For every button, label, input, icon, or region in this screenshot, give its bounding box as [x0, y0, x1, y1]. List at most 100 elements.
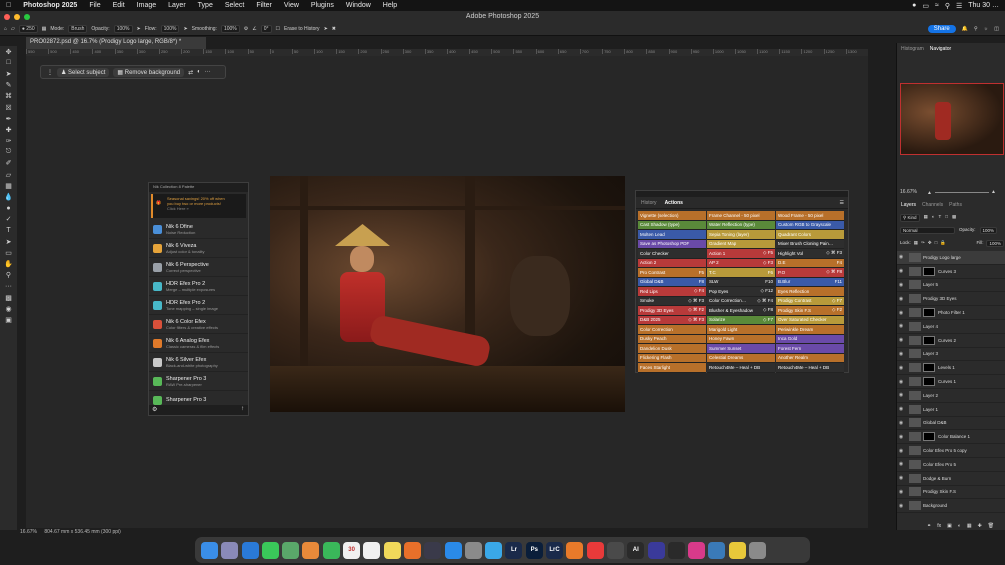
- menu-plugins[interactable]: Plugins: [305, 2, 340, 9]
- brush-tool-icon[interactable]: ✑: [3, 136, 15, 147]
- action-button[interactable]: Sepia Toning (layer): [707, 230, 775, 240]
- messages-dock-icon[interactable]: [261, 541, 279, 559]
- action-button[interactable]: Dusky Peach: [638, 334, 706, 344]
- layer-mask-thumbnail[interactable]: [923, 363, 935, 373]
- symmetry-icon[interactable]: ✖: [332, 26, 336, 32]
- action-button[interactable]: Molten Lead: [638, 230, 706, 240]
- action-button[interactable]: Smoke ◇ ⌘ F3: [638, 296, 706, 306]
- discover-icon[interactable]: ☼: [984, 26, 989, 32]
- action-button[interactable]: Mixer Brush Cloning Pain…: [776, 239, 844, 249]
- lock-paint-icon[interactable]: ✑: [921, 240, 925, 247]
- action-button[interactable]: Water Reflection (type): [707, 220, 775, 230]
- notes-dock-icon[interactable]: [383, 541, 401, 559]
- share-button[interactable]: Share: [927, 24, 956, 33]
- layer-row[interactable]: ◉ Prodigy Logo large: [897, 251, 1005, 265]
- add-mask-icon[interactable]: ▣: [947, 523, 952, 529]
- action-button[interactable]: D&B 2025 ◇ ⌘ F3: [638, 315, 706, 325]
- action-button[interactable]: Global D&B F8: [638, 277, 706, 287]
- remove-background-button[interactable]: ▦ Remove background: [113, 67, 185, 77]
- type-tool-icon[interactable]: T: [3, 225, 15, 236]
- more-tools-icon[interactable]: ···: [3, 281, 15, 292]
- visibility-eye-icon[interactable]: ◉: [897, 406, 905, 412]
- action-button[interactable]: Wood Frame - 50 pixel: [776, 211, 844, 221]
- visibility-eye-icon[interactable]: ◉: [897, 420, 905, 426]
- search-icon[interactable]: ⚲: [974, 26, 978, 32]
- menu-image[interactable]: Image: [131, 2, 162, 9]
- layer-mask-thumbnail[interactable]: [923, 377, 935, 387]
- instagram-dock-icon[interactable]: [688, 541, 706, 559]
- layer-mask-thumbnail[interactable]: [923, 308, 935, 318]
- history-brush-tool-icon[interactable]: ✐: [3, 158, 15, 169]
- action-button[interactable]: Save as Photoshop PDF: [638, 239, 706, 249]
- lock-pixels-icon[interactable]: ▦: [914, 240, 918, 247]
- action-button[interactable]: Highlight Vol ◇ ⌘ F3: [776, 249, 844, 259]
- action-button[interactable]: Retouch4Me – Heal + DB: [776, 363, 844, 373]
- photos-dock-icon[interactable]: [302, 541, 320, 559]
- reminders-dock-icon[interactable]: [363, 541, 381, 559]
- layer-row[interactable]: ◉ Curves 3: [897, 265, 1005, 279]
- appstore-dock-icon[interactable]: [444, 541, 462, 559]
- navigator-zoom-value[interactable]: 16.67%: [900, 189, 917, 195]
- opacity-field[interactable]: 100%: [113, 24, 133, 33]
- notifications-icon[interactable]: 🔔: [962, 26, 968, 32]
- pen-tool-icon[interactable]: ✓: [3, 214, 15, 225]
- filter-shape-icon[interactable]: □: [945, 214, 948, 222]
- visibility-eye-icon[interactable]: ◉: [897, 379, 905, 385]
- menu-window[interactable]: Window: [340, 2, 377, 9]
- action-button[interactable]: Pro Contrast F5: [638, 268, 706, 278]
- action-button[interactable]: Red Lips ◇ F4: [638, 287, 706, 297]
- visibility-eye-icon[interactable]: ◉: [897, 461, 905, 467]
- layer-row[interactable]: ◉ Global D&B: [897, 417, 1005, 431]
- nik-plugin-item[interactable]: Sharpener Pro 3 RAW Pre-sharpener: [149, 372, 248, 391]
- delete-layer-icon[interactable]: 🗑: [988, 523, 994, 529]
- zoom-slider[interactable]: [935, 192, 989, 193]
- layer-row[interactable]: ◉ Prodigy Skin F.S: [897, 486, 1005, 500]
- zoom-out-icon[interactable]: ▲: [927, 190, 932, 196]
- eraser-tool-icon[interactable]: ▱: [11, 26, 15, 32]
- link-icon[interactable]: ⚭: [927, 523, 931, 529]
- browser-dock-icon[interactable]: [708, 541, 726, 559]
- flow-field[interactable]: 100%: [160, 24, 180, 33]
- gpu-dock-icon[interactable]: [606, 541, 624, 559]
- tab-channels[interactable]: Channels: [922, 202, 943, 208]
- action-button[interactable]: Inca Gold: [776, 334, 844, 344]
- nik-dock-icon[interactable]: [566, 541, 584, 559]
- visibility-eye-icon[interactable]: ◉: [897, 503, 905, 509]
- dodge-tool-icon[interactable]: ●: [3, 203, 15, 214]
- action-button[interactable]: Summer Sunset: [707, 344, 775, 354]
- navigator-thumbnail[interactable]: [900, 83, 1004, 155]
- ai-dock-icon[interactable]: AI: [627, 541, 645, 559]
- panel-menu-icon[interactable]: ☰: [840, 200, 848, 206]
- clock[interactable]: Thu 30 …: [968, 2, 999, 9]
- action-button[interactable]: Quadrant Colors: [776, 230, 844, 240]
- nik-plugin-item[interactable]: Nik 6 Color Efex Color filters & creative…: [149, 315, 248, 334]
- layer-row[interactable]: ◉ Layer 2: [897, 389, 1005, 403]
- visibility-eye-icon[interactable]: ◉: [897, 448, 905, 454]
- finder-dock-icon[interactable]: [201, 541, 218, 559]
- healing-brush-tool-icon[interactable]: ✚: [3, 124, 15, 135]
- action-button[interactable]: Frame Channel - 50 pixel: [707, 211, 775, 221]
- promo-link[interactable]: Click Here »: [167, 206, 243, 211]
- lightroom-dock-icon[interactable]: Lr: [505, 541, 523, 559]
- action-button[interactable]: Prodigy 3D Eyes ◇ ⌘ F2: [638, 306, 706, 316]
- visibility-eye-icon[interactable]: ◉: [897, 489, 905, 495]
- action-button[interactable]: Retouch4Me – Heal + DB: [707, 363, 775, 373]
- pressure-opacity-icon[interactable]: ➤: [137, 26, 141, 32]
- layer-row[interactable]: ◉ Photo Filter 1: [897, 306, 1005, 320]
- action-button[interactable]: Color Correction… ◇ ⌘ F4: [707, 296, 775, 306]
- tab-history[interactable]: History: [641, 200, 657, 206]
- zoom-tool-icon[interactable]: ⚲: [3, 270, 15, 281]
- fx-icon[interactable]: fx: [937, 523, 941, 529]
- infuse-dock-icon[interactable]: [586, 541, 604, 559]
- facetime-dock-icon[interactable]: [322, 541, 340, 559]
- drag-handle-icon[interactable]: ⋮: [47, 69, 53, 76]
- action-button[interactable]: AP 2 ◇ F3: [707, 258, 775, 268]
- telegram-dock-icon[interactable]: [485, 541, 503, 559]
- launchpad-dock-icon[interactable]: [221, 541, 239, 559]
- mask-icon[interactable]: ◐: [197, 69, 201, 75]
- color-swatches-icon[interactable]: ▩: [3, 292, 15, 303]
- layer-row[interactable]: ◉ Layer 1: [897, 403, 1005, 417]
- menu-view[interactable]: View: [278, 2, 305, 9]
- hand-tool-icon[interactable]: ✋: [3, 259, 15, 270]
- safari-dock-icon[interactable]: [241, 541, 259, 559]
